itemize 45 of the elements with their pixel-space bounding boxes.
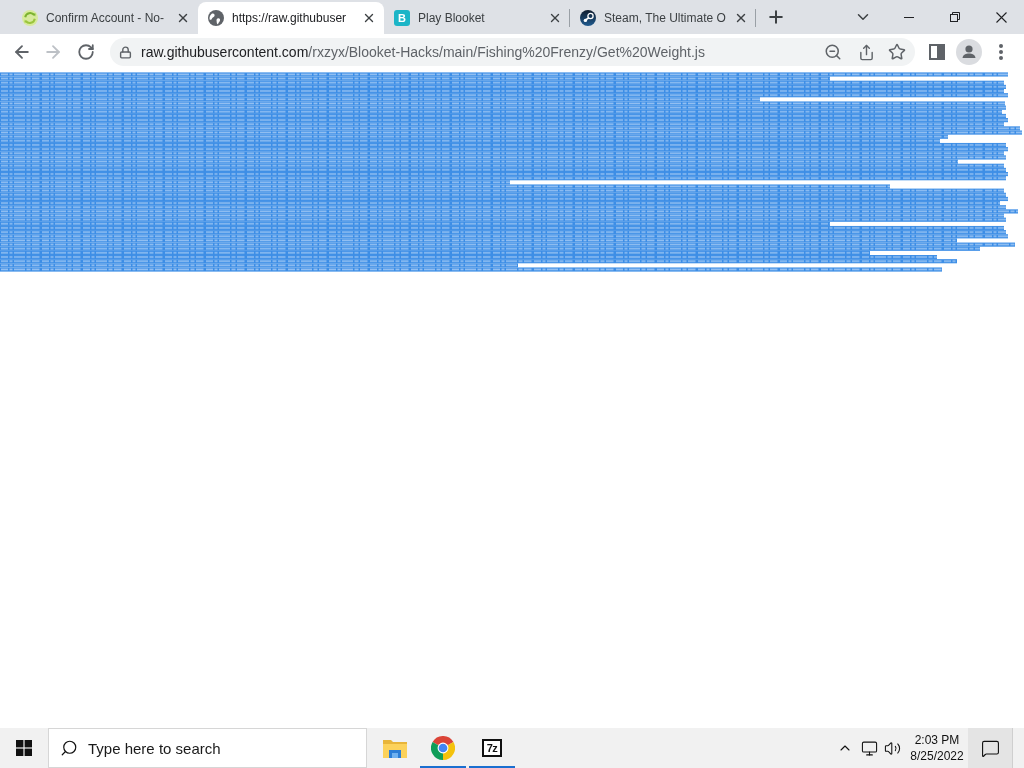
letter-tile: B [394, 10, 410, 26]
notifications-button[interactable] [968, 728, 1012, 768]
more-icon [999, 44, 1003, 60]
circular-arrows-icon [22, 10, 38, 26]
forward-arrow-icon [43, 42, 63, 62]
clock-time: 2:03 PM [914, 732, 960, 748]
minimize-icon [904, 16, 914, 18]
close-icon [548, 11, 562, 25]
avatar-icon [956, 39, 982, 65]
archive-app-button[interactable]: 7z [469, 728, 515, 768]
tab-title: https://raw.githubuser [232, 11, 348, 25]
tab-title: Play Blooket [418, 11, 486, 25]
close-icon [995, 11, 1007, 23]
browser-tab[interactable]: Confirm Account - No- [12, 2, 198, 34]
reload-icon [77, 43, 95, 61]
tab-title: Steam, The Ultimate O [604, 11, 727, 25]
round-logo-icon [580, 10, 596, 26]
folder-icon [383, 738, 407, 758]
star-icon [888, 43, 906, 61]
windows-logo-icon [16, 740, 32, 756]
profile-button[interactable] [955, 38, 983, 66]
browser-logo-icon [431, 736, 455, 760]
tab-title: Confirm Account - No- [46, 11, 166, 25]
close-icon [734, 11, 748, 25]
browser-tab[interactable]: B Play Blooket [384, 2, 570, 34]
zoom-out-icon [824, 43, 842, 61]
search-field[interactable]: Type here to search [88, 739, 308, 757]
search-box[interactable]: Type here to search [48, 728, 367, 768]
browser-tab[interactable]: Steam, The Ultimate O [570, 2, 756, 34]
close-icon [176, 11, 190, 25]
search-icon [60, 739, 78, 757]
browser-tab[interactable]: https://raw.githubuser [198, 2, 384, 34]
clock-date: 8/25/2022 [910, 748, 964, 764]
monitor-icon [860, 739, 878, 757]
share-icon [857, 43, 875, 61]
clock-button[interactable]: 2:03 PM 8/25/2022 [906, 728, 968, 768]
volume-icon [883, 739, 901, 757]
globe-icon [208, 10, 224, 26]
archive-logo: 7z [482, 739, 502, 757]
restore-icon [950, 12, 960, 22]
close-icon [362, 11, 376, 25]
side-panel-icon [929, 44, 945, 60]
lock-icon [119, 45, 132, 59]
plus-icon [766, 7, 786, 27]
message-icon [980, 738, 1000, 758]
